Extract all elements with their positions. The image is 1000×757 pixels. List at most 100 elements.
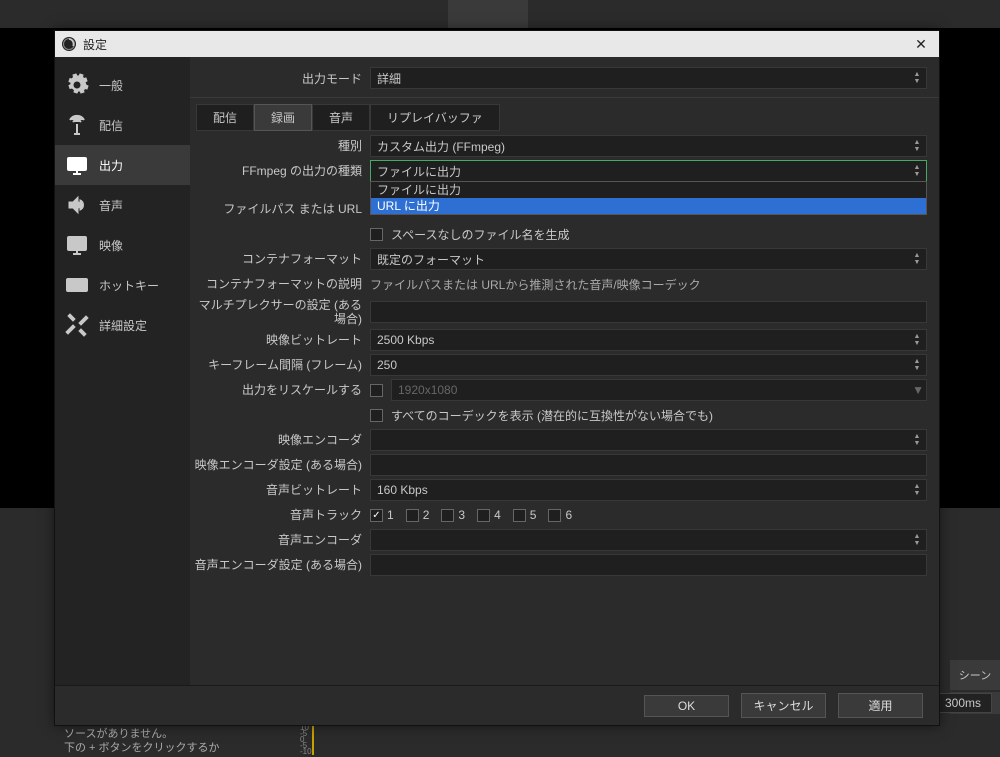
gear-icon [65, 73, 89, 97]
apply-button[interactable]: 適用 [838, 693, 923, 718]
duration-value[interactable]: 300ms [934, 693, 992, 713]
tab-replay-buffer[interactable]: リプレイバッファ [370, 104, 500, 131]
sidebar-item-video[interactable]: 映像 [55, 225, 190, 265]
sidebar-item-label: 音声 [99, 197, 123, 214]
track-4-checkbox[interactable] [477, 509, 490, 522]
video-enc-label: 映像エンコーダ [190, 433, 370, 447]
audio-enc-select[interactable]: ▲▼ [370, 529, 927, 551]
keyframe-label: キーフレーム間隔 (フレーム) [190, 358, 370, 372]
container-desc-label: コンテナフォーマットの説明 [190, 277, 370, 291]
sidebar-item-output[interactable]: 出力 [55, 145, 190, 185]
container-desc-value: ファイルパスまたは URLから推測された音声/映像コーデック [370, 276, 701, 293]
video-bitrate-label: 映像ビットレート [190, 333, 370, 347]
allcodec-checkbox[interactable] [370, 409, 383, 422]
tools-icon [65, 313, 89, 337]
sidebar-item-label: 出力 [99, 157, 123, 174]
speaker-icon [65, 193, 89, 217]
audio-meter-fragment: 10 -5 0 -5 -10 [300, 723, 660, 757]
output-mode-value: 詳細 [377, 70, 401, 87]
ok-button[interactable]: OK [644, 695, 729, 717]
filepath-label: ファイルパス または URL [190, 202, 370, 216]
tab-stream[interactable]: 配信 [196, 104, 254, 131]
video-bitrate-value: 2500 Kbps [377, 333, 434, 347]
no-source-line2: 下の + ボタンをクリックするか [64, 741, 220, 755]
track-3-checkbox[interactable] [441, 509, 454, 522]
updown-icon: ▲▼ [910, 355, 924, 375]
settings-sidebar: 一般 配信 出力 音声 映像 ホットキー [55, 57, 190, 685]
audio-bitrate-value: 160 Kbps [377, 483, 428, 497]
track-1-checkbox[interactable] [370, 509, 383, 522]
sidebar-item-general[interactable]: 一般 [55, 65, 190, 105]
ffmpeg-output-type-select[interactable]: ファイルに出力 ▲▼ [370, 160, 927, 182]
track-2-checkbox[interactable] [406, 509, 419, 522]
track-num: 6 [565, 508, 572, 522]
ffmpeg-output-type-dropdown[interactable]: ファイルに出力 URL に出力 [370, 181, 927, 215]
tab-record[interactable]: 録画 [254, 104, 312, 131]
obs-icon [61, 36, 77, 52]
sidebar-item-label: 詳細設定 [99, 317, 147, 334]
sidebar-item-advanced[interactable]: 詳細設定 [55, 305, 190, 345]
type-select[interactable]: カスタム出力 (FFmpeg) ▲▼ [370, 135, 927, 157]
mux-label: マルチプレクサーの設定 (ある場合) [190, 298, 370, 326]
track-6-checkbox[interactable] [548, 509, 561, 522]
audio-bitrate-input[interactable]: 160 Kbps ▲▼ [370, 479, 927, 501]
sidebar-item-label: 映像 [99, 237, 123, 254]
audio-track-label: 音声トラック [190, 508, 370, 522]
audio-bitrate-label: 音声ビットレート [190, 483, 370, 497]
no-source-line1: ソースがありません。 [64, 727, 220, 741]
container-value: 既定のフォーマット [377, 251, 485, 268]
ffmpeg-output-type-label: FFmpeg の出力の種類 [190, 164, 370, 178]
updown-icon: ▲▼ [910, 161, 924, 181]
tab-audio[interactable]: 音声 [312, 104, 370, 131]
sidebar-item-hotkeys[interactable]: ホットキー [55, 265, 190, 305]
rescale-checkbox[interactable] [370, 384, 383, 397]
parent-footer: ソースがありません。 下の + ボタンをクリックするか 10 -5 0 -5 -… [0, 723, 1000, 757]
track-5-checkbox[interactable] [513, 509, 526, 522]
close-button[interactable]: ✕ [909, 36, 933, 53]
keyframe-input[interactable]: 250 ▲▼ [370, 354, 927, 376]
audio-enc-set-input[interactable] [370, 554, 927, 576]
track-num: 4 [494, 508, 501, 522]
sidebar-item-label: 一般 [99, 77, 123, 94]
titlebar: 設定 ✕ [55, 31, 939, 57]
output-mode-select[interactable]: 詳細 ▲▼ [370, 67, 927, 89]
track-num: 3 [458, 508, 465, 522]
container-label: コンテナフォーマット [190, 252, 370, 266]
dropdown-option-file[interactable]: ファイルに出力 [371, 182, 926, 198]
audio-enc-set-label: 音声エンコーダ設定 (ある場合) [190, 558, 370, 572]
updown-icon: ▲▼ [910, 330, 924, 350]
video-bitrate-input[interactable]: 2500 Kbps ▲▼ [370, 329, 927, 351]
video-enc-set-input[interactable] [370, 454, 927, 476]
scene-header-fragment: シーン [950, 660, 1000, 690]
keyframe-value: 250 [377, 358, 397, 372]
parent-window-tab [448, 0, 528, 28]
mux-input[interactable] [370, 301, 927, 323]
keyboard-icon [65, 273, 89, 297]
output-tabs: 配信 録画 音声 リプレイバッファ [190, 104, 939, 131]
antenna-icon [65, 113, 89, 137]
dialog-title: 設定 [83, 36, 909, 53]
type-value: カスタム出力 (FFmpeg) [377, 138, 505, 155]
rescale-input: 1920x1080 ▼ [391, 379, 927, 401]
track-num: 1 [387, 508, 394, 522]
nospace-label: スペースなしのファイル名を生成 [391, 226, 570, 243]
recording-form: 種別 カスタム出力 (FFmpeg) ▲▼ FFmpeg の出力の種類 ファイル… [190, 131, 939, 583]
sidebar-item-label: ホットキー [99, 277, 159, 294]
rescale-value: 1920x1080 [398, 383, 457, 397]
updown-icon: ▲▼ [910, 480, 924, 500]
dropdown-option-url[interactable]: URL に出力 [371, 198, 926, 214]
track-num: 5 [530, 508, 537, 522]
track-num: 2 [423, 508, 430, 522]
video-enc-select[interactable]: ▲▼ [370, 429, 927, 451]
updown-icon: ▲▼ [910, 249, 924, 269]
cancel-button[interactable]: キャンセル [741, 693, 826, 718]
rescale-label: 出力をリスケールする [190, 383, 370, 397]
nospace-checkbox[interactable] [370, 228, 383, 241]
meter-tick: -10 [300, 747, 312, 756]
sidebar-item-audio[interactable]: 音声 [55, 185, 190, 225]
sidebar-item-stream[interactable]: 配信 [55, 105, 190, 145]
chevron-down-icon: ▼ [912, 383, 924, 397]
container-select[interactable]: 既定のフォーマット ▲▼ [370, 248, 927, 270]
updown-icon: ▲▼ [910, 530, 924, 550]
updown-icon: ▲▼ [910, 68, 924, 88]
